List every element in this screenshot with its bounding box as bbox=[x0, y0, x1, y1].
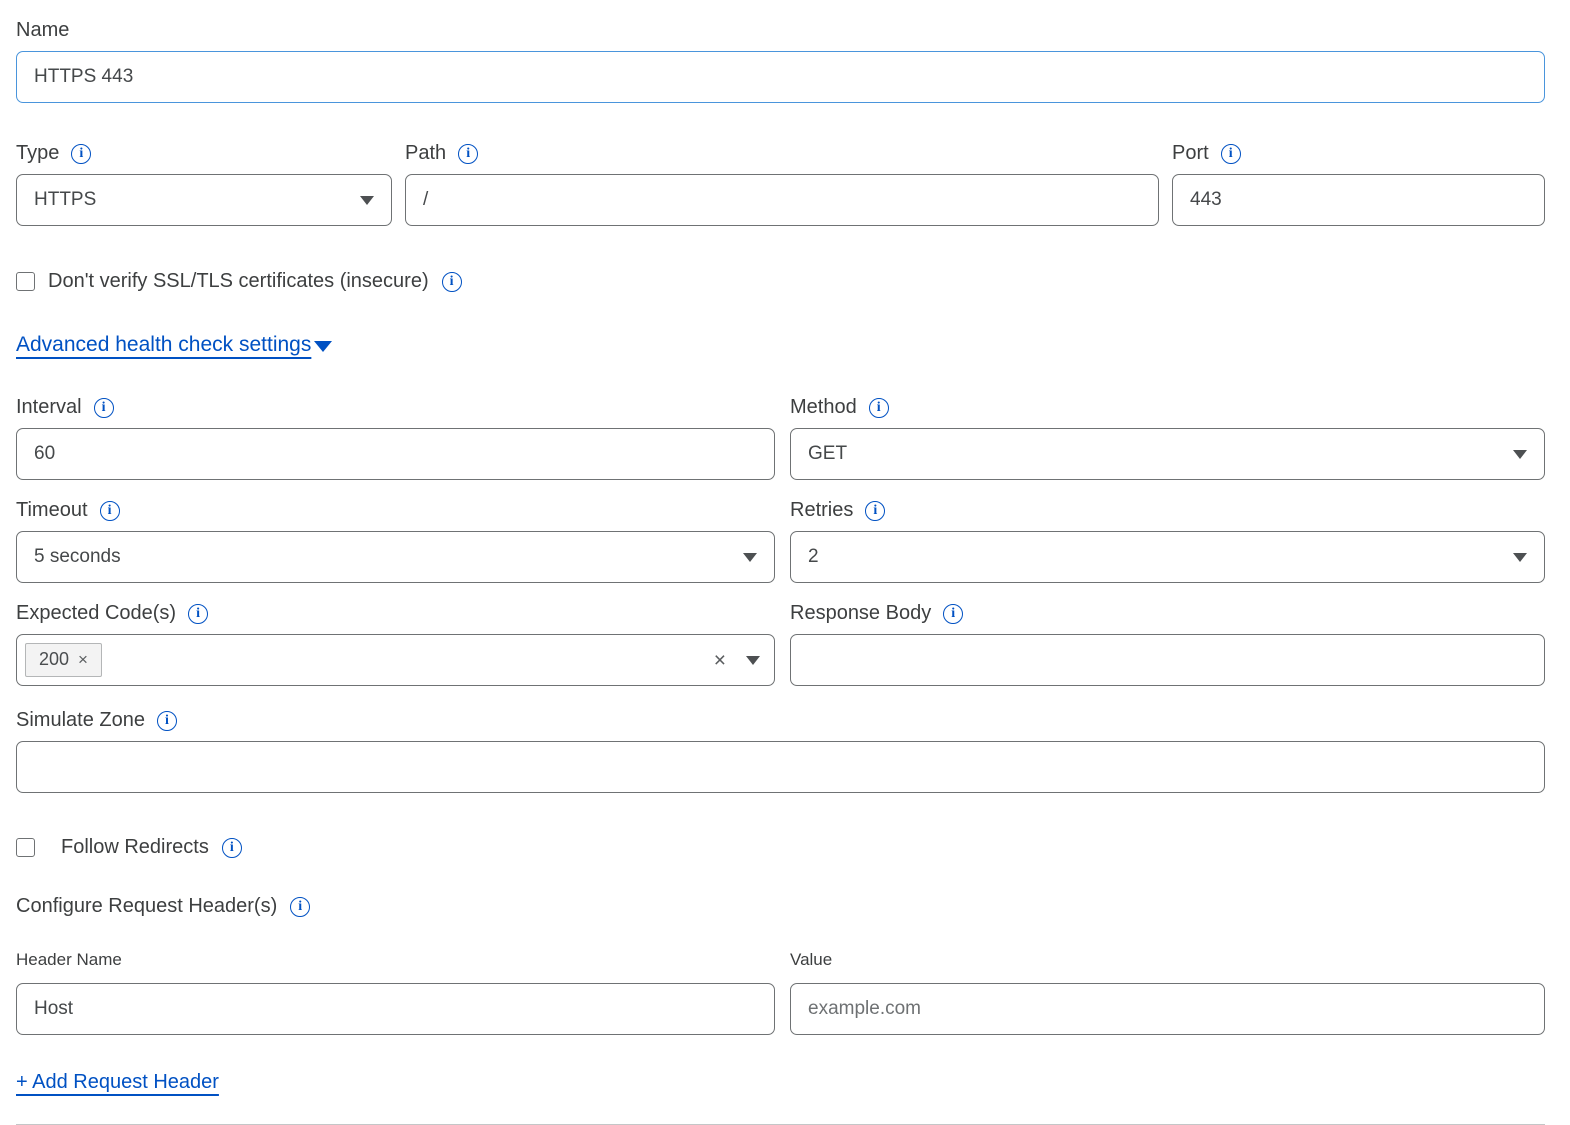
ssl-verify-checkbox[interactable] bbox=[16, 272, 35, 291]
header-value-input[interactable] bbox=[790, 983, 1545, 1035]
ssl-verify-label: Don't verify SSL/TLS certificates (insec… bbox=[48, 270, 429, 293]
name-label: Name bbox=[16, 18, 1545, 42]
expected-codes-multiselect[interactable]: 200 × × bbox=[16, 634, 775, 686]
caret-down-icon bbox=[314, 341, 332, 352]
timeout-select-value: 5 seconds bbox=[34, 546, 121, 568]
interval-input[interactable] bbox=[16, 428, 775, 480]
follow-redirects-checkbox[interactable] bbox=[16, 838, 35, 857]
header-name-field: Header Name bbox=[16, 948, 775, 1035]
header-value-field: Value bbox=[790, 948, 1545, 1035]
caret-down-icon bbox=[1513, 553, 1527, 562]
info-icon[interactable]: i bbox=[869, 398, 889, 418]
type-select-value: HTTPS bbox=[34, 189, 96, 211]
name-input[interactable] bbox=[16, 51, 1545, 103]
add-request-header-link[interactable]: + Add Request Header bbox=[16, 1071, 219, 1094]
caret-down-icon[interactable] bbox=[746, 656, 760, 665]
header-name-input[interactable] bbox=[16, 983, 775, 1035]
expected-code-tag: 200 × bbox=[25, 643, 102, 677]
timeout-label: Timeout bbox=[16, 498, 88, 522]
info-icon[interactable]: i bbox=[188, 604, 208, 624]
info-icon[interactable]: i bbox=[442, 272, 462, 292]
caret-down-icon bbox=[1513, 450, 1527, 459]
type-label: Type bbox=[16, 141, 59, 165]
interval-label: Interval bbox=[16, 395, 82, 419]
retries-label: Retries bbox=[790, 498, 853, 522]
info-icon[interactable]: i bbox=[100, 501, 120, 521]
expected-codes-label: Expected Code(s) bbox=[16, 601, 176, 625]
response-body-field: Response Body i bbox=[790, 601, 1545, 686]
port-field: Port i bbox=[1172, 141, 1545, 226]
remove-tag-icon[interactable]: × bbox=[78, 650, 88, 670]
info-icon[interactable]: i bbox=[71, 144, 91, 164]
response-body-input[interactable] bbox=[790, 634, 1545, 686]
ssl-verify-row: Don't verify SSL/TLS certificates (insec… bbox=[16, 270, 1545, 293]
follow-redirects-label: Follow Redirects bbox=[61, 836, 209, 859]
add-request-header-link-text: + Add Request Header bbox=[16, 1071, 219, 1094]
type-field: Type i HTTPS bbox=[16, 141, 392, 226]
caret-down-icon bbox=[360, 196, 374, 205]
simulate-zone-field: Simulate Zone i bbox=[16, 708, 1545, 793]
info-icon[interactable]: i bbox=[943, 604, 963, 624]
path-field: Path i bbox=[405, 141, 1159, 226]
info-icon[interactable]: i bbox=[290, 897, 310, 917]
caret-down-icon bbox=[743, 553, 757, 562]
path-input[interactable] bbox=[405, 174, 1159, 226]
expected-codes-field: Expected Code(s) i 200 × × bbox=[16, 601, 775, 686]
port-input[interactable] bbox=[1172, 174, 1545, 226]
advanced-settings-link[interactable]: Advanced health check settings bbox=[16, 333, 332, 357]
retries-select-value: 2 bbox=[808, 546, 819, 568]
advanced-settings-link-text: Advanced health check settings bbox=[16, 333, 311, 357]
retries-select[interactable]: 2 bbox=[790, 531, 1545, 583]
info-icon[interactable]: i bbox=[458, 144, 478, 164]
timeout-select[interactable]: 5 seconds bbox=[16, 531, 775, 583]
port-label: Port bbox=[1172, 141, 1209, 165]
health-check-form: Name Type i HTTPS Path i Port i bbox=[16, 0, 1545, 1125]
path-label: Path bbox=[405, 141, 446, 165]
header-name-label: Header Name bbox=[16, 948, 122, 972]
simulate-zone-label: Simulate Zone bbox=[16, 708, 145, 732]
info-icon[interactable]: i bbox=[1221, 144, 1241, 164]
info-icon[interactable]: i bbox=[94, 398, 114, 418]
simulate-zone-input[interactable] bbox=[16, 741, 1545, 793]
request-headers-heading-text: Configure Request Header(s) bbox=[16, 895, 277, 918]
name-label-text: Name bbox=[16, 18, 69, 42]
clear-icon[interactable]: × bbox=[714, 650, 726, 671]
method-field: Method i GET bbox=[790, 395, 1545, 480]
method-select[interactable]: GET bbox=[790, 428, 1545, 480]
timeout-field: Timeout i 5 seconds bbox=[16, 498, 775, 583]
method-select-value: GET bbox=[808, 443, 847, 465]
interval-field: Interval i bbox=[16, 395, 775, 480]
info-icon[interactable]: i bbox=[157, 711, 177, 731]
info-icon[interactable]: i bbox=[222, 838, 242, 858]
type-select[interactable]: HTTPS bbox=[16, 174, 392, 226]
response-body-label: Response Body bbox=[790, 601, 931, 625]
retries-field: Retries i 2 bbox=[790, 498, 1545, 583]
info-icon[interactable]: i bbox=[865, 501, 885, 521]
method-label: Method bbox=[790, 395, 857, 419]
follow-redirects-row: Follow Redirects i bbox=[16, 836, 1545, 859]
header-value-label: Value bbox=[790, 948, 832, 972]
expected-code-tag-text: 200 bbox=[39, 649, 69, 671]
request-header-row: Header Name Value bbox=[16, 948, 1545, 1035]
request-headers-heading: Configure Request Header(s) i bbox=[16, 895, 1545, 918]
